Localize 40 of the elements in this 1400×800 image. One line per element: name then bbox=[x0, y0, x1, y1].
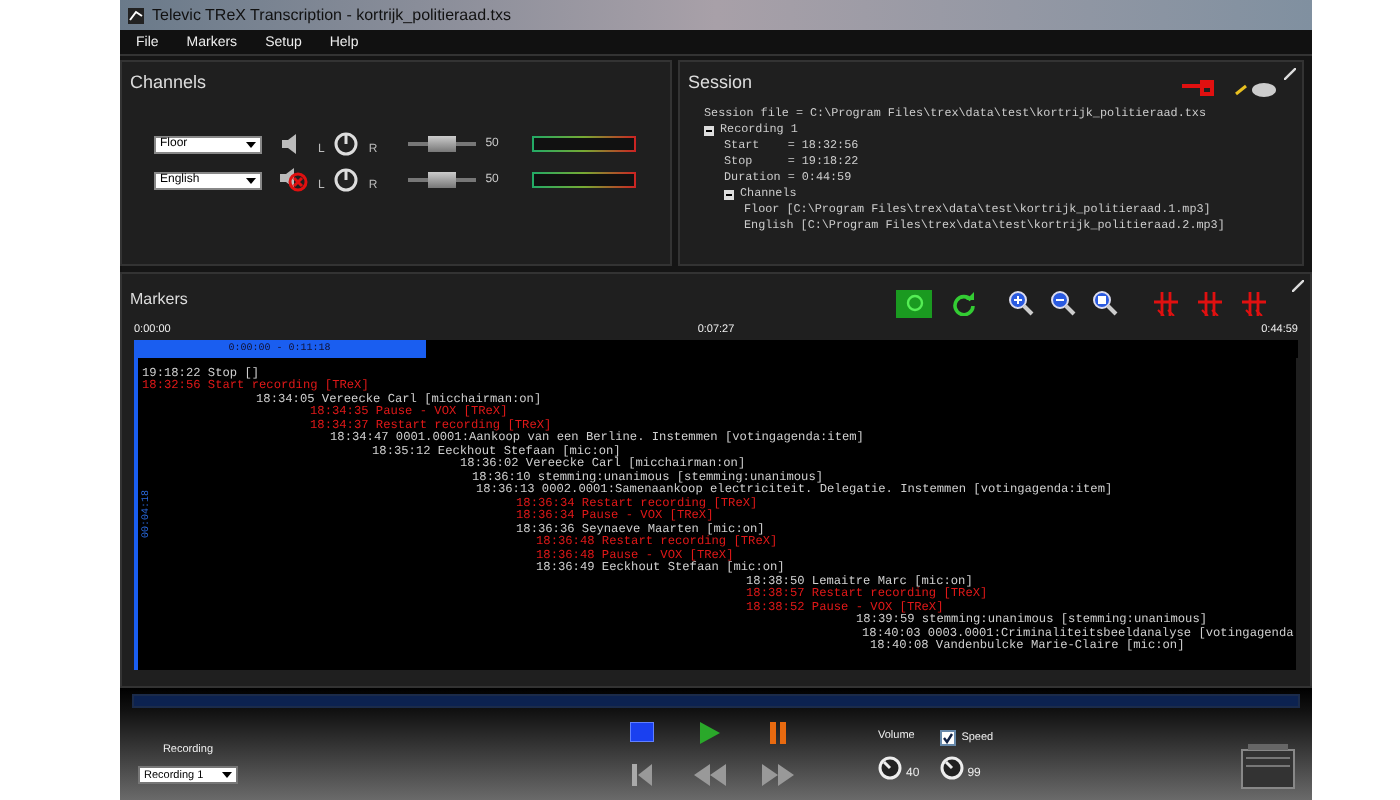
volume-knob[interactable] bbox=[878, 755, 902, 779]
speed-knob[interactable] bbox=[939, 755, 964, 779]
collapse-toggle[interactable] bbox=[704, 125, 714, 135]
slider-thumb[interactable] bbox=[427, 136, 456, 152]
zoom-out-icon[interactable] bbox=[1050, 290, 1076, 317]
play-icon[interactable] bbox=[700, 722, 720, 744]
level-meter bbox=[532, 136, 637, 152]
marker-cut-icon[interactable] bbox=[1242, 291, 1266, 316]
cloud-icon[interactable] bbox=[1234, 78, 1278, 98]
balance-knob[interactable] bbox=[334, 168, 359, 192]
marker-cut-icon[interactable] bbox=[1198, 291, 1222, 316]
caret-icon bbox=[222, 772, 232, 778]
skip-back-icon[interactable] bbox=[632, 764, 652, 786]
device-icon[interactable] bbox=[1240, 742, 1296, 790]
muted-speaker-icon[interactable] bbox=[280, 168, 308, 192]
caret-icon bbox=[246, 177, 256, 183]
fast-forward-icon[interactable] bbox=[762, 764, 794, 786]
caret-icon bbox=[246, 141, 256, 147]
panel-title: Session bbox=[688, 72, 753, 92]
app-icon bbox=[128, 7, 144, 23]
level-meter bbox=[532, 172, 637, 188]
zoom-in-icon[interactable] bbox=[1008, 290, 1034, 317]
refresh-icon[interactable] bbox=[952, 291, 976, 316]
auto-scroll-toggle[interactable] bbox=[896, 289, 932, 318]
speed-checkbox[interactable] bbox=[939, 729, 956, 745]
plug-icon[interactable] bbox=[1182, 80, 1218, 96]
pin-icon[interactable] bbox=[1284, 68, 1296, 80]
panel-title: Channels bbox=[130, 72, 207, 92]
window-title: Televic TReX Transcription - kortrijk_politieraad.txs bbox=[152, 6, 511, 24]
panel-title: Markers bbox=[130, 289, 188, 308]
pin-icon[interactable] bbox=[1292, 279, 1304, 292]
collapse-toggle[interactable] bbox=[724, 189, 734, 199]
pause-icon[interactable] bbox=[770, 722, 786, 744]
circle-icon bbox=[905, 294, 923, 313]
slider-thumb[interactable] bbox=[427, 172, 456, 188]
balance-knob[interactable] bbox=[334, 132, 359, 156]
marker-cut-icon[interactable] bbox=[1154, 291, 1178, 316]
zoom-fit-icon[interactable] bbox=[1092, 290, 1118, 317]
speaker-icon[interactable] bbox=[280, 134, 300, 154]
rewind-icon[interactable] bbox=[694, 764, 726, 786]
